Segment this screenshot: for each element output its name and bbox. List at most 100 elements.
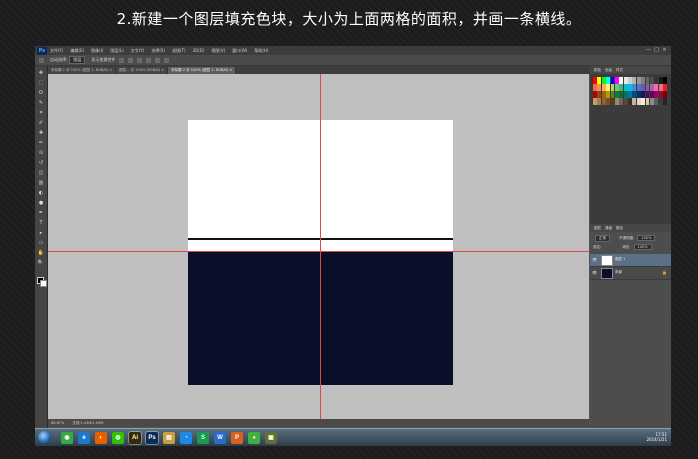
color-swatch[interactable] — [663, 91, 667, 98]
color-swatch[interactable] — [601, 91, 606, 98]
document-tab[interactable]: 图层... @ 100% (RGB/8) × — [116, 67, 169, 74]
color-swatch[interactable] — [658, 84, 663, 91]
history-brush-tool-icon[interactable]: ↺ — [37, 160, 45, 166]
dodge-tool-icon[interactable]: ● — [37, 200, 45, 206]
color-swatch[interactable] — [619, 84, 624, 91]
color-swatch[interactable] — [619, 91, 624, 98]
align-center-icon[interactable] — [155, 57, 161, 63]
color-swatch[interactable] — [658, 77, 663, 84]
color-swatch[interactable] — [654, 84, 659, 91]
color-swatch[interactable] — [641, 98, 646, 105]
color-swatch[interactable] — [606, 77, 611, 84]
color-swatch[interactable] — [597, 84, 602, 91]
menu-item[interactable]: 编辑(E) — [70, 48, 84, 54]
color-swatch[interactable] — [610, 84, 615, 91]
layer-row[interactable]: 👁 背景 🔒 — [590, 267, 671, 280]
crop-tool-icon[interactable]: ⌗ — [37, 110, 45, 116]
color-swatch[interactable] — [649, 77, 654, 84]
color-swatch[interactable] — [601, 77, 606, 84]
color-swatch[interactable] — [663, 98, 667, 105]
color-swatch[interactable] — [645, 84, 650, 91]
tab-color[interactable]: 颜色 — [594, 68, 601, 73]
path-select-tool-icon[interactable]: ▸ — [37, 230, 45, 236]
quick-select-tool-icon[interactable]: ✎ — [37, 100, 45, 106]
color-swatch[interactable] — [606, 91, 611, 98]
show-transform-checkbox[interactable]: 显示变换控件 — [91, 57, 115, 63]
system-clock[interactable]: 17:51 2014/1/21 — [646, 432, 667, 442]
color-swatch[interactable] — [610, 98, 615, 105]
vertical-guide[interactable] — [320, 74, 321, 419]
color-swatch[interactable] — [658, 98, 663, 105]
menu-item[interactable]: 图层(L) — [110, 48, 123, 54]
color-swatch[interactable] — [649, 91, 654, 98]
firefox-icon[interactable]: ◐ — [95, 432, 107, 444]
menu-item[interactable]: 选择(S) — [151, 48, 165, 54]
lasso-tool-icon[interactable]: ʘ — [37, 90, 45, 96]
color-swatch[interactable] — [641, 77, 646, 84]
canvas-workspace[interactable] — [48, 74, 589, 419]
game-icon[interactable]: ◕ — [248, 432, 260, 444]
horizontal-guide[interactable] — [48, 251, 589, 252]
color-swatch[interactable] — [628, 98, 632, 105]
clone-stamp-tool-icon[interactable]: ⊙ — [37, 150, 45, 156]
close-icon[interactable]: × — [661, 47, 668, 53]
color-swatch[interactable] — [649, 84, 654, 91]
opacity-field[interactable]: 100% — [637, 235, 656, 241]
wechat-icon[interactable]: ◍ — [112, 432, 124, 444]
tab-swatches[interactable]: 色板 — [605, 68, 612, 73]
align-middle-icon[interactable] — [128, 57, 134, 63]
color-swatch[interactable] — [645, 77, 650, 84]
zoom-tool-icon[interactable]: 🔍 — [37, 260, 45, 266]
document-tab[interactable]: 未标题-2 @ 100% (图层 1, RGB/8) × — [168, 67, 237, 74]
maximize-icon[interactable]: □ — [653, 47, 660, 53]
menu-item[interactable]: 图像(I) — [91, 48, 103, 54]
color-swatch[interactable] — [610, 77, 615, 84]
color-swatch[interactable] — [632, 91, 637, 98]
color-swatch[interactable] — [654, 91, 659, 98]
marquee-tool-icon[interactable]: ⬚ — [37, 80, 45, 86]
blend-mode-dropdown[interactable]: 正常 — [595, 235, 610, 242]
menu-item[interactable]: 3D(D) — [193, 48, 205, 54]
shape-tool-icon[interactable]: ▭ — [37, 240, 45, 246]
fill-field[interactable]: 100% — [633, 244, 652, 250]
align-right-icon[interactable] — [164, 57, 170, 63]
color-swatch[interactable] — [623, 98, 628, 105]
color-swatch[interactable] — [606, 84, 611, 91]
layer-row[interactable]: 👁 图层 1 — [590, 254, 671, 267]
color-swatch[interactable] — [601, 84, 606, 91]
gradient-tool-icon[interactable]: ▥ — [37, 180, 45, 186]
color-swatch[interactable] — [614, 77, 619, 84]
pen-tool-icon[interactable]: ✒ — [37, 210, 45, 216]
color-swatch[interactable] — [632, 98, 637, 105]
color-swatch[interactable] — [632, 84, 637, 91]
color-swatch[interactable] — [663, 77, 667, 84]
align-left-icon[interactable] — [146, 57, 152, 63]
auto-select-dropdown[interactable]: 图层 — [69, 56, 86, 64]
color-swatch[interactable] — [597, 98, 602, 105]
zoom-level[interactable]: 66.67% — [51, 421, 64, 425]
color-swatch[interactable] — [597, 91, 602, 98]
color-swatch[interactable] — [628, 84, 632, 91]
color-swatch[interactable] — [628, 77, 632, 84]
menu-item[interactable]: 窗口(W) — [232, 48, 247, 54]
color-swatch[interactable] — [623, 77, 628, 84]
chrome-icon[interactable]: ◉ — [61, 432, 73, 444]
tab-styles[interactable]: 样式 — [616, 68, 623, 73]
color-swatch[interactable] — [610, 91, 615, 98]
color-swatch[interactable] — [654, 77, 659, 84]
color-swatch[interactable] — [593, 98, 597, 105]
color-swatch[interactable] — [614, 98, 619, 105]
color-swatch[interactable] — [663, 84, 667, 91]
color-swatch[interactable] — [623, 91, 628, 98]
spreadsheet-icon[interactable]: S — [197, 432, 209, 444]
color-swatch[interactable] — [619, 98, 624, 105]
color-swatch[interactable] — [619, 77, 624, 84]
explorer-icon[interactable]: ▤ — [163, 432, 175, 444]
color-swatch[interactable] — [606, 98, 611, 105]
photoshop-icon[interactable]: Ps — [146, 432, 158, 444]
visibility-eye-icon[interactable]: 👁 — [592, 257, 597, 262]
color-swatch[interactable] — [645, 91, 650, 98]
type-tool-icon[interactable]: T — [37, 220, 45, 226]
hand-tool-icon[interactable]: ✋ — [37, 250, 45, 256]
color-swatch[interactable] — [593, 77, 597, 84]
